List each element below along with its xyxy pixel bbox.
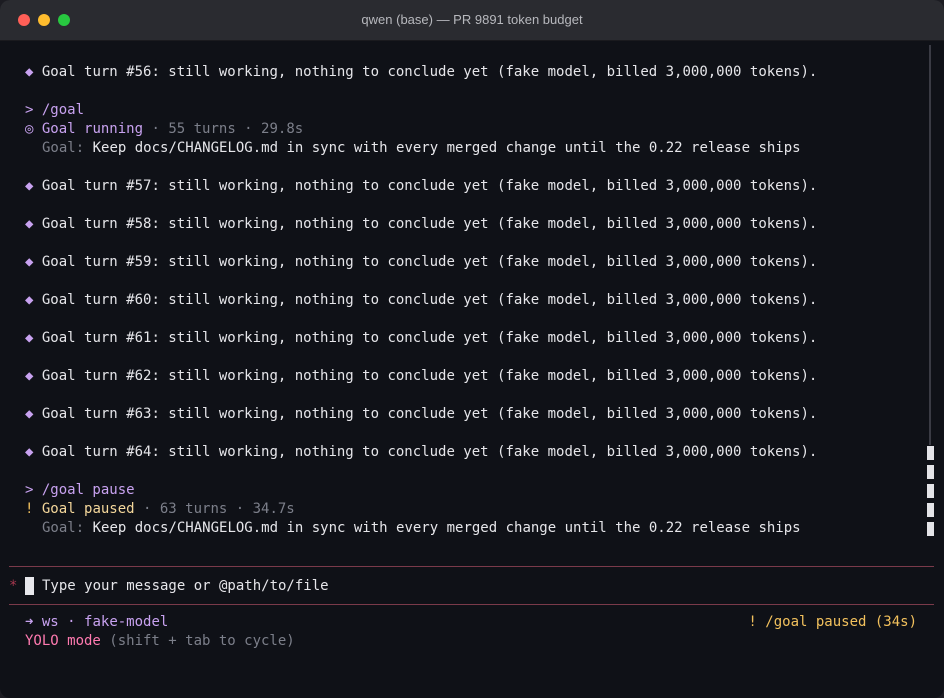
goal-label: Goal:	[42, 140, 85, 156]
scrollbar-thumb[interactable]	[927, 503, 934, 517]
input-top-divider	[9, 566, 934, 567]
scrollbar-track[interactable]	[929, 45, 931, 445]
goal-text: Keep docs/CHANGELOG.md in sync with ever…	[84, 140, 801, 156]
scrollbar-thumb[interactable]	[927, 522, 934, 536]
goal-paused-indicator: ! /goal paused (34s)	[748, 614, 917, 630]
command-goal: > /goal	[25, 102, 85, 118]
title-bar: qwen (base) — PR 9891 token budget	[0, 0, 944, 41]
scrollbar-thumb[interactable]	[927, 465, 934, 479]
window-title: qwen (base) — PR 9891 token budget	[361, 12, 583, 27]
goal-running-line: ◎ Goal running · 55 turns · 29.8s	[25, 120, 303, 139]
diamond-icon: ◆	[25, 368, 34, 384]
diamond-icon: ◆	[25, 64, 34, 80]
goal-description: Goal: Keep docs/CHANGELOG.md in sync wit…	[42, 139, 801, 158]
goal-turn-line: ◆ Goal turn #56: still working, nothing …	[25, 63, 817, 82]
diamond-icon: ◆	[25, 216, 34, 232]
goal-turn-text: Goal turn #62: still working, nothing to…	[41, 368, 818, 384]
goal-paused-status: Goal paused	[41, 501, 135, 517]
scrollbar-thumb[interactable]	[927, 446, 934, 460]
goal-label: Goal:	[42, 520, 85, 536]
goal-turn-line: ◆ Goal turn #58: still working, nothing …	[25, 215, 817, 234]
mode-hint: (shift + tab to cycle)	[100, 633, 295, 649]
warning-icon: !	[25, 501, 34, 517]
goal-turn-text: Goal turn #60: still working, nothing to…	[41, 292, 818, 308]
arrow-icon: ➜	[25, 614, 34, 630]
model-name: fake-model	[84, 614, 169, 630]
goal-turn-text: Goal turn #61: still working, nothing to…	[41, 330, 818, 346]
status-line: ➜ ws · fake-model	[25, 613, 168, 632]
goal-description: Goal: Keep docs/CHANGELOG.md in sync wit…	[42, 519, 801, 538]
running-icon: ◎	[25, 121, 34, 137]
status-separator: ·	[58, 614, 85, 630]
goal-turn-text: Goal turn #64: still working, nothing to…	[41, 444, 818, 460]
goal-turn-line: ◆ Goal turn #63: still working, nothing …	[25, 405, 817, 424]
goal-turn-line: ◆ Goal turn #59: still working, nothing …	[25, 253, 817, 272]
yolo-mode-badge[interactable]: YOLO mode	[25, 633, 101, 649]
workspace-name: ws	[41, 614, 59, 630]
diamond-icon: ◆	[25, 444, 34, 460]
diamond-icon: ◆	[25, 254, 34, 270]
text-cursor	[25, 577, 34, 595]
goal-turn-text: Goal turn #63: still working, nothing to…	[41, 406, 818, 422]
scrollbar-thumb[interactable]	[927, 484, 934, 498]
mode-line: YOLO mode (shift + tab to cycle)	[25, 632, 295, 651]
goal-turn-line: ◆ Goal turn #64: still working, nothing …	[25, 443, 817, 462]
goal-paused-meta: · 63 turns · 34.7s	[134, 501, 295, 517]
diamond-icon: ◆	[25, 330, 34, 346]
diamond-icon: ◆	[25, 292, 34, 308]
diamond-icon: ◆	[25, 406, 34, 422]
goal-paused-line: ! Goal paused · 63 turns · 34.7s	[25, 500, 295, 519]
goal-running-status: Goal running	[41, 121, 144, 137]
message-input[interactable]: Type your message or @path/to/file	[42, 577, 902, 596]
goal-text: Keep docs/CHANGELOG.md in sync with ever…	[84, 520, 801, 536]
goal-turn-text: Goal turn #58: still working, nothing to…	[41, 216, 818, 232]
goal-running-meta: · 55 turns · 29.8s	[143, 121, 304, 137]
goal-turn-line: ◆ Goal turn #61: still working, nothing …	[25, 329, 817, 348]
input-bottom-divider	[9, 604, 934, 605]
goal-turn-line: ◆ Goal turn #62: still working, nothing …	[25, 367, 817, 386]
command-goal-pause: > /goal pause	[25, 482, 135, 498]
goal-turn-line: ◆ Goal turn #57: still working, nothing …	[25, 177, 817, 196]
goal-turn-text: Goal turn #59: still working, nothing to…	[41, 254, 818, 270]
goal-turn-text: Goal turn #57: still working, nothing to…	[41, 178, 818, 194]
terminal-output: ◆ Goal turn #56: still working, nothing …	[0, 41, 944, 698]
diamond-icon: ◆	[25, 178, 34, 194]
goal-turn-text: Goal turn #56: still working, nothing to…	[41, 64, 818, 80]
goal-turn-line: ◆ Goal turn #60: still working, nothing …	[25, 291, 817, 310]
prompt-marker: *	[9, 578, 18, 594]
terminal-window: qwen (base) — PR 9891 token budget ◆ Goa…	[0, 0, 944, 698]
